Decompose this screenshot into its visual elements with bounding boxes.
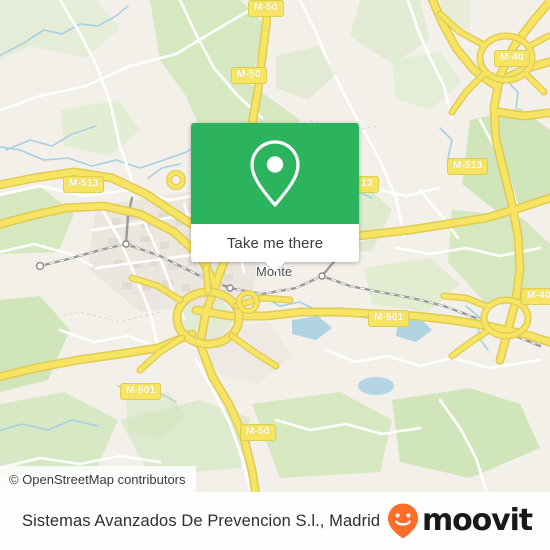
moovit-pin-smile-icon bbox=[387, 503, 418, 539]
moovit-logo[interactable]: moovit bbox=[386, 502, 533, 540]
card-icon-area bbox=[191, 123, 359, 224]
osm-attribution-text: © OpenStreetMap contributors bbox=[9, 471, 186, 487]
road-shield-m50-bottom: M-50 bbox=[240, 424, 276, 441]
road-shield-m513-left: M-513 bbox=[63, 176, 105, 193]
map-pin-icon bbox=[250, 139, 300, 207]
road-shield-m40-topright: M-40 bbox=[494, 50, 530, 67]
road-shield-m501-left: M-501 bbox=[120, 383, 162, 400]
take-me-there-label: Take me there bbox=[226, 234, 324, 252]
road-shield-m50-top: M-50 bbox=[248, 0, 284, 17]
road-shield-m501-right: M-501 bbox=[368, 310, 410, 327]
road-shield-m513-right: M-513 bbox=[447, 158, 489, 175]
card-pointer-tail bbox=[265, 262, 285, 272]
osm-attribution[interactable]: © OpenStreetMap contributors bbox=[0, 466, 196, 492]
moovit-map-screenshot: Monte M-50 M-50 M-40 M-513 M-513 13 M-40… bbox=[0, 0, 550, 550]
card-action-area[interactable]: Take me there bbox=[191, 224, 359, 272]
map-canvas[interactable]: Monte M-50 M-50 M-40 M-513 M-513 13 M-40… bbox=[0, 0, 550, 492]
take-me-there-card[interactable]: Take me there bbox=[191, 123, 359, 272]
location-title: Sistemas Avanzados De Prevencion S.l., M… bbox=[22, 511, 381, 530]
moovit-wordmark: moovit bbox=[421, 503, 533, 538]
road-shield-m50-upper: M-50 bbox=[231, 67, 267, 84]
footer-bar: Sistemas Avanzados De Prevencion S.l., M… bbox=[0, 492, 550, 550]
road-shield-m40-right: M-40 bbox=[521, 288, 550, 305]
